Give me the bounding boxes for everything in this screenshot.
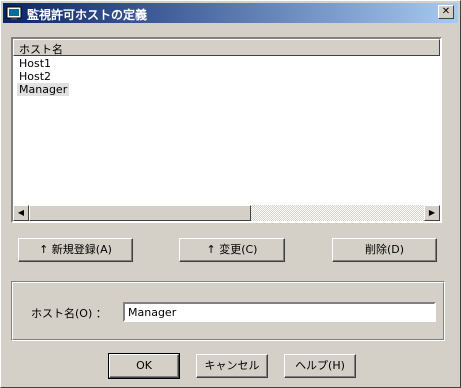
list-item[interactable]: Host2 <box>17 70 53 83</box>
change-button[interactable]: ↑ 変更(C) <box>179 238 285 262</box>
arrow-left-icon: ◀ <box>17 208 25 217</box>
scroll-right-button[interactable]: ▶ <box>424 205 440 221</box>
scrollbar-thumb[interactable] <box>29 205 251 221</box>
list-item[interactable]: Host1 <box>17 57 53 70</box>
delete-button[interactable]: 削除(D) <box>332 238 437 262</box>
cancel-button[interactable]: キャンセル <box>196 354 268 378</box>
close-icon: ✕ <box>441 6 451 17</box>
ok-button[interactable]: OK <box>108 353 180 379</box>
column-header-label: ホスト名 <box>19 43 63 56</box>
dialog-window: 監視許可ホストの定義 ✕ ホスト名 Host1 Host2 Manager ◀ … <box>0 0 461 388</box>
list-item-selected[interactable]: Manager <box>17 83 70 96</box>
register-button[interactable]: ↑ 新規登録(A) <box>18 238 133 262</box>
arrow-right-icon: ▶ <box>428 208 436 217</box>
help-button[interactable]: ヘルプ(H) <box>284 354 356 378</box>
scroll-left-button[interactable]: ◀ <box>13 205 29 221</box>
title-bar[interactable]: 監視許可ホストの定義 ✕ <box>3 3 458 23</box>
app-icon <box>6 5 22 21</box>
host-name-input[interactable] <box>123 302 436 322</box>
host-list[interactable]: ホスト名 Host1 Host2 Manager ◀ ▶ <box>11 37 442 223</box>
close-button[interactable]: ✕ <box>438 5 454 19</box>
host-name-label: ホスト名(O) ： <box>31 307 107 320</box>
window-title: 監視許可ホストの定義 <box>27 8 148 22</box>
column-header-host-name[interactable]: ホスト名 <box>13 39 440 56</box>
horizontal-scrollbar[interactable]: ◀ ▶ <box>13 205 440 221</box>
